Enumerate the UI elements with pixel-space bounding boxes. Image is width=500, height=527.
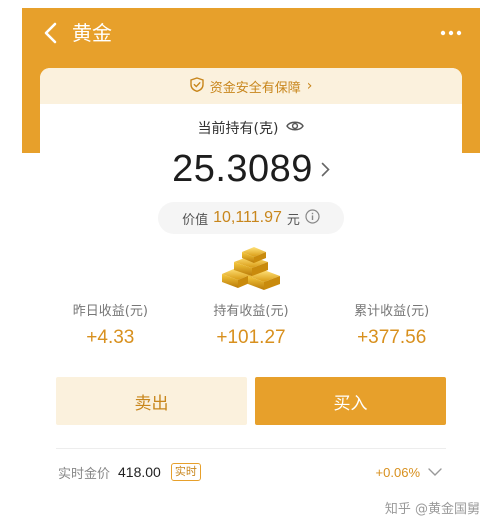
page-title: 黄金 (72, 21, 112, 45)
earnings-stats: 昨日收益(元) +4.33 持有收益(元) +101.27 累计收益(元) +3… (40, 300, 462, 349)
value-pill: 价值 10,111.97 元 (158, 202, 344, 234)
stat-value: +4.33 (86, 327, 135, 348)
watermark: 知乎 @黄金国舅 (384, 502, 480, 517)
buy-button[interactable]: 买入 (255, 377, 446, 425)
security-arrow: › (306, 78, 313, 94)
security-text: 资金安全有保障 (209, 80, 301, 96)
value-amount: 10,111.97 (213, 209, 282, 226)
realtime-price-row[interactable]: 实时金价 418.00 实时 +0.06% (58, 460, 444, 484)
eye-icon[interactable] (286, 120, 305, 136)
more-icon[interactable] (434, 18, 468, 48)
sell-button[interactable]: 卖出 (56, 377, 247, 425)
value-unit: 元 (286, 212, 300, 228)
stat-label: 持有收益(元) (213, 304, 289, 319)
holding-label: 当前持有(克) (197, 121, 279, 137)
chevron-right-icon[interactable] (321, 158, 330, 182)
info-icon[interactable] (305, 208, 320, 228)
holding-amount: 25.3089 (172, 148, 313, 190)
stat-yesterday: 昨日收益(元) +4.33 (40, 300, 181, 349)
price-value: 418.00 (118, 464, 161, 480)
stat-label: 累计收益(元) (354, 304, 430, 319)
realtime-badge: 实时 (170, 463, 201, 481)
back-icon[interactable] (35, 18, 65, 48)
gold-bars-icon (212, 244, 290, 294)
holding-amount-row[interactable]: 25.3089 (40, 148, 462, 191)
price-change: +0.06% (375, 464, 420, 480)
divider (56, 448, 446, 449)
chevron-down-icon[interactable] (426, 463, 444, 481)
price-label: 实时金价 (58, 466, 111, 482)
stat-cumulative: 累计收益(元) +377.56 (321, 300, 462, 349)
stat-holding: 持有收益(元) +101.27 (181, 300, 322, 349)
value-label: 价值 (182, 212, 209, 228)
holding-label-row: 当前持有(克) (40, 118, 462, 138)
stat-label: 昨日收益(元) (72, 304, 148, 319)
stat-value: +101.27 (216, 327, 286, 348)
security-banner[interactable]: 资金安全有保障 › (40, 68, 462, 104)
stat-value: +377.56 (357, 327, 427, 348)
shield-icon (189, 76, 204, 96)
action-buttons: 卖出 买入 (56, 377, 446, 425)
holding-card: 资金安全有保障 › 当前持有(克) 25.3089 价值 10,111.97 元 (40, 68, 462, 498)
